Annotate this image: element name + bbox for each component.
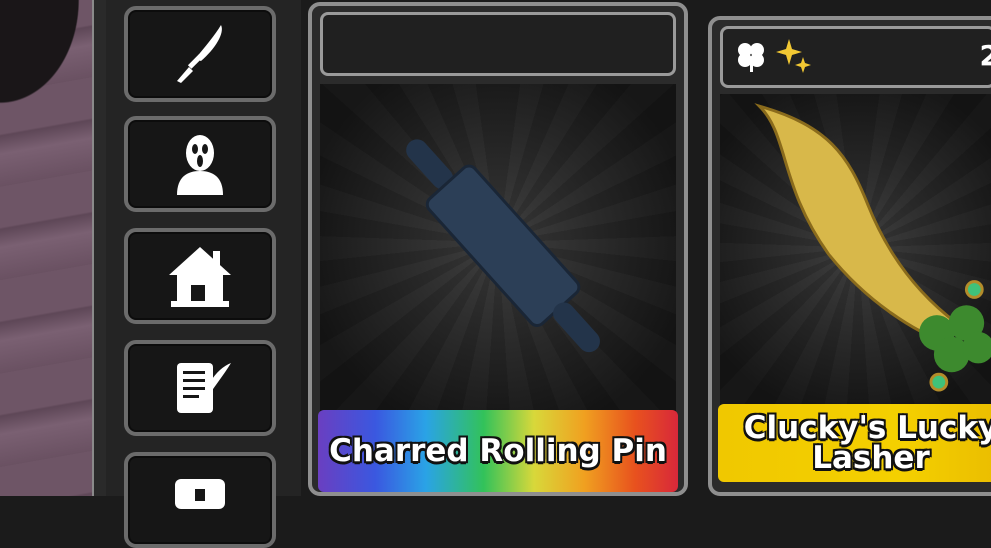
item-preview — [720, 94, 991, 414]
knife-icon — [177, 25, 222, 83]
scroll-quill-icon — [177, 363, 231, 413]
golden-blade-icon — [754, 103, 991, 392]
quest-category-button[interactable] — [124, 340, 276, 436]
item-name-label: Charred Rolling Pin — [318, 410, 678, 492]
chest-icon — [175, 479, 225, 509]
chest-category-button[interactable] — [124, 452, 276, 548]
item-name-label: Clucky's Lucky Lasher — [718, 404, 991, 482]
card-header — [320, 12, 676, 76]
background-shadow — [0, 0, 92, 120]
character-category-button[interactable] — [124, 116, 276, 212]
knife-category-button[interactable] — [124, 6, 276, 102]
item-card-cluckys-lucky-lasher[interactable]: 2 Clucky's Lucky Lasher — [708, 16, 991, 496]
house-icon — [169, 247, 231, 307]
category-sidebar — [106, 0, 301, 548]
card-header: 2 — [720, 26, 991, 88]
rolling-pin-icon — [406, 139, 600, 353]
ghostface-icon — [177, 135, 223, 195]
item-preview — [320, 84, 676, 414]
item-count: 2 — [980, 39, 991, 72]
clover-icon — [738, 43, 764, 72]
item-card-charred-rolling-pin[interactable]: Charred Rolling Pin — [308, 2, 688, 496]
house-category-button[interactable] — [124, 228, 276, 324]
sparkle-icon — [776, 39, 811, 73]
